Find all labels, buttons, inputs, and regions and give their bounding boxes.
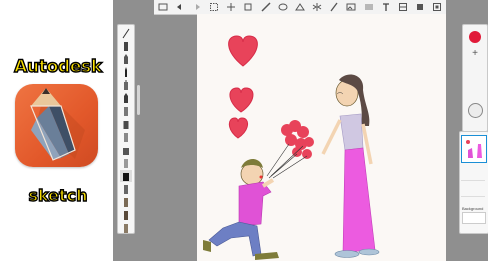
heart-balloon-1 xyxy=(228,35,258,67)
undo-icon[interactable] xyxy=(173,1,187,13)
brush-15-icon[interactable] xyxy=(120,209,132,221)
color-panel: + xyxy=(462,24,488,132)
select-icon[interactable] xyxy=(207,1,221,13)
redo-icon[interactable] xyxy=(190,1,204,13)
brush-palette xyxy=(117,24,135,234)
brand-subtitle: sketch xyxy=(28,185,89,205)
current-color-swatch[interactable] xyxy=(469,31,481,43)
image-icon[interactable] xyxy=(344,1,358,13)
brush-icon[interactable] xyxy=(327,1,341,13)
gallery-icon[interactable] xyxy=(156,1,170,13)
canvas-icon[interactable] xyxy=(413,1,427,13)
layer-row[interactable] xyxy=(461,182,485,197)
background-layer-swatch[interactable] xyxy=(462,212,486,224)
layer-row[interactable] xyxy=(461,166,485,181)
brush-16-icon[interactable] xyxy=(120,222,132,234)
brush-2-icon[interactable] xyxy=(120,40,132,52)
brush-7-icon[interactable] xyxy=(120,105,132,117)
ruler-icon[interactable] xyxy=(259,1,273,13)
background-layer-label: Background xyxy=(462,206,484,211)
brush-9-icon[interactable] xyxy=(120,131,132,143)
brush-6-icon[interactable] xyxy=(120,92,132,104)
color-puck-icon[interactable] xyxy=(468,103,483,118)
symmetry-icon[interactable] xyxy=(310,1,324,13)
add-color-button[interactable]: + xyxy=(463,49,487,59)
brush-4-icon[interactable] xyxy=(120,66,132,78)
brush-8-icon[interactable] xyxy=(120,118,132,130)
brush-13-icon[interactable] xyxy=(120,183,132,195)
brush-12-icon[interactable] xyxy=(120,170,132,182)
promo-panel: Autodesk sketch xyxy=(0,0,113,261)
brush-3-icon[interactable] xyxy=(120,53,132,65)
layer-panel: Background xyxy=(459,131,488,234)
ellipse-icon[interactable] xyxy=(276,1,290,13)
layer-thumbnail-active[interactable] xyxy=(461,135,487,163)
layers-icon[interactable] xyxy=(396,1,410,13)
guides-icon[interactable] xyxy=(362,1,376,13)
crop-icon[interactable] xyxy=(241,1,255,13)
brush-1-icon[interactable] xyxy=(120,27,132,39)
brush-10-icon[interactable] xyxy=(120,144,132,156)
brush-5-icon[interactable] xyxy=(120,79,132,91)
brush-scrollbar[interactable] xyxy=(137,85,140,115)
fullscreen-icon[interactable] xyxy=(430,1,444,13)
transform-icon[interactable] xyxy=(224,1,238,13)
top-toolbar xyxy=(154,0,446,15)
brush-11-icon[interactable] xyxy=(120,157,132,169)
autodesk-sketchbook-logo-icon xyxy=(15,84,98,167)
brush-14-icon[interactable] xyxy=(120,196,132,208)
brand-title: Autodesk xyxy=(13,56,102,77)
text-icon[interactable] xyxy=(379,1,393,13)
perspective-icon[interactable] xyxy=(293,1,307,13)
drawing-canvas[interactable] xyxy=(197,14,446,261)
drawing-artwork xyxy=(203,35,380,260)
